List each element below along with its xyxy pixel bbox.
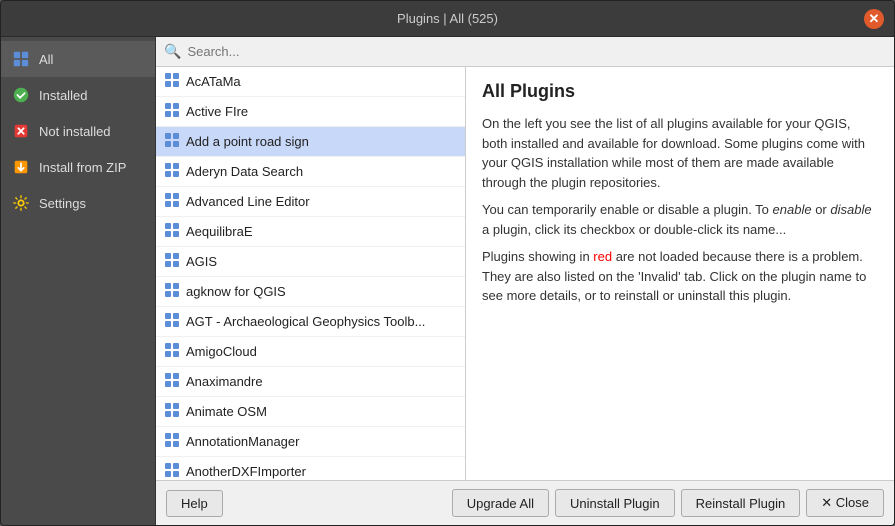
sidebar-item-install-from-zip[interactable]: Install from ZIP <box>1 149 155 185</box>
detail-para1: On the left you see the list of all plug… <box>482 114 878 192</box>
sidebar-item-not-installed[interactable]: Not installed <box>1 113 155 149</box>
plugin-item-name: Anaximandre <box>186 374 263 389</box>
close-x-icon: ✕ <box>821 495 832 510</box>
plugin-item-name: Aderyn Data Search <box>186 164 303 179</box>
plugin-list-item[interactable]: AnotherDXFImporter <box>156 457 465 480</box>
main-area: 🔍 AcATaMa Active FIre Add <box>156 37 894 525</box>
plugin-list-item[interactable]: Aderyn Data Search <box>156 157 465 187</box>
plugin-item-icon <box>164 252 180 271</box>
bottom-left-buttons: Help <box>166 490 223 517</box>
plugin-item-name: AnotherDXFImporter <box>186 464 306 479</box>
search-bar: 🔍 <box>156 37 894 67</box>
plugins-dialog: Plugins | All (525) ✕ All <box>0 0 895 526</box>
plugin-item-icon <box>164 72 180 91</box>
plugin-item-name: AGIS <box>186 254 217 269</box>
plugin-item-icon <box>164 192 180 211</box>
search-input[interactable] <box>187 44 886 59</box>
plugin-item-icon <box>164 312 180 331</box>
plugin-item-icon <box>164 102 180 121</box>
sidebar-item-all[interactable]: All <box>1 41 155 77</box>
plugin-item-icon <box>164 372 180 391</box>
plugin-item-name: agknow for QGIS <box>186 284 286 299</box>
sidebar-item-installed[interactable]: Installed <box>1 77 155 113</box>
detail-panel: All Plugins On the left you see the list… <box>466 67 894 480</box>
detail-title: All Plugins <box>482 81 878 102</box>
plugin-item-name: AGT - Archaeological Geophysics Toolb... <box>186 314 425 329</box>
sidebar-item-installed-label: Installed <box>39 88 87 103</box>
plugin-list-wrap: AcATaMa Active FIre Add a point road sig… <box>156 67 466 480</box>
close-label: Close <box>836 495 869 510</box>
plugin-list-item[interactable]: Add a point road sign <box>156 127 465 157</box>
detail-para2-em1: enable <box>773 202 812 217</box>
sidebar-item-install-zip-label: Install from ZIP <box>39 160 126 175</box>
plugin-item-icon <box>164 402 180 421</box>
sidebar-item-not-installed-label: Not installed <box>39 124 111 139</box>
plugin-item-icon <box>164 432 180 451</box>
bottom-bar: Help Upgrade All Uninstall Plugin Reinst… <box>156 480 894 525</box>
dialog-content: All Installed Not inst <box>1 37 894 525</box>
help-button[interactable]: Help <box>166 490 223 517</box>
plugin-item-name: AmigoCloud <box>186 344 257 359</box>
settings-icon <box>11 193 31 213</box>
plugin-list-item[interactable]: AcATaMa <box>156 67 465 97</box>
detail-para3-red: red <box>593 249 612 264</box>
detail-para2-suffix: a plugin, click its checkbox or double-c… <box>482 222 786 237</box>
plugin-list-item[interactable]: AequilibraE <box>156 217 465 247</box>
plugin-item-icon <box>164 222 180 241</box>
all-icon <box>11 49 31 69</box>
close-dialog-button[interactable]: ✕ Close <box>806 489 884 517</box>
plugin-item-icon <box>164 462 180 480</box>
sidebar-item-settings[interactable]: Settings <box>1 185 155 221</box>
detail-para2: You can temporarily enable or disable a … <box>482 200 878 239</box>
plugin-item-name: AnnotationManager <box>186 434 299 449</box>
plugin-item-name: Active FIre <box>186 104 248 119</box>
title-bar: Plugins | All (525) ✕ <box>1 1 894 37</box>
bottom-right-buttons: Upgrade All Uninstall Plugin Reinstall P… <box>452 489 884 517</box>
plugin-item-icon <box>164 342 180 361</box>
installed-icon <box>11 85 31 105</box>
detail-para2-mid: or <box>812 202 831 217</box>
plugin-list-item[interactable]: agknow for QGIS <box>156 277 465 307</box>
dialog-title: Plugins | All (525) <box>397 11 498 26</box>
plugin-list-item[interactable]: Anaximandre <box>156 367 465 397</box>
detail-para2-em2: disable <box>830 202 871 217</box>
plugin-list-item[interactable]: Advanced Line Editor <box>156 187 465 217</box>
plugin-item-name: AequilibraE <box>186 224 253 239</box>
plugin-list-item[interactable]: AmigoCloud <box>156 337 465 367</box>
detail-para3: Plugins showing in red are not loaded be… <box>482 247 878 306</box>
sidebar: All Installed Not inst <box>1 37 156 525</box>
plugin-item-name: Add a point road sign <box>186 134 309 149</box>
plugin-item-icon <box>164 162 180 181</box>
plugin-item-name: Advanced Line Editor <box>186 194 310 209</box>
plugin-list[interactable]: AcATaMa Active FIre Add a point road sig… <box>156 67 465 480</box>
uninstall-plugin-button[interactable]: Uninstall Plugin <box>555 489 675 517</box>
detail-para3-prefix: Plugins showing in <box>482 249 593 264</box>
search-icon: 🔍 <box>164 43 181 60</box>
plugin-item-icon <box>164 282 180 301</box>
detail-body: On the left you see the list of all plug… <box>482 114 878 314</box>
plugin-list-item[interactable]: Active FIre <box>156 97 465 127</box>
main-body: AcATaMa Active FIre Add a point road sig… <box>156 67 894 480</box>
upgrade-all-button[interactable]: Upgrade All <box>452 489 549 517</box>
not-installed-icon <box>11 121 31 141</box>
plugin-item-name: AcATaMa <box>186 74 241 89</box>
plugin-item-icon <box>164 132 180 151</box>
sidebar-item-all-label: All <box>39 52 53 67</box>
plugin-item-name: Animate OSM <box>186 404 267 419</box>
plugin-list-item[interactable]: AGT - Archaeological Geophysics Toolb... <box>156 307 465 337</box>
reinstall-plugin-button[interactable]: Reinstall Plugin <box>681 489 801 517</box>
install-from-zip-icon <box>11 157 31 177</box>
detail-para2-prefix: You can temporarily enable or disable a … <box>482 202 773 217</box>
close-button[interactable]: ✕ <box>864 9 884 29</box>
plugin-list-item[interactable]: AnnotationManager <box>156 427 465 457</box>
sidebar-item-settings-label: Settings <box>39 196 86 211</box>
plugin-list-item[interactable]: Animate OSM <box>156 397 465 427</box>
plugin-list-item[interactable]: AGIS <box>156 247 465 277</box>
